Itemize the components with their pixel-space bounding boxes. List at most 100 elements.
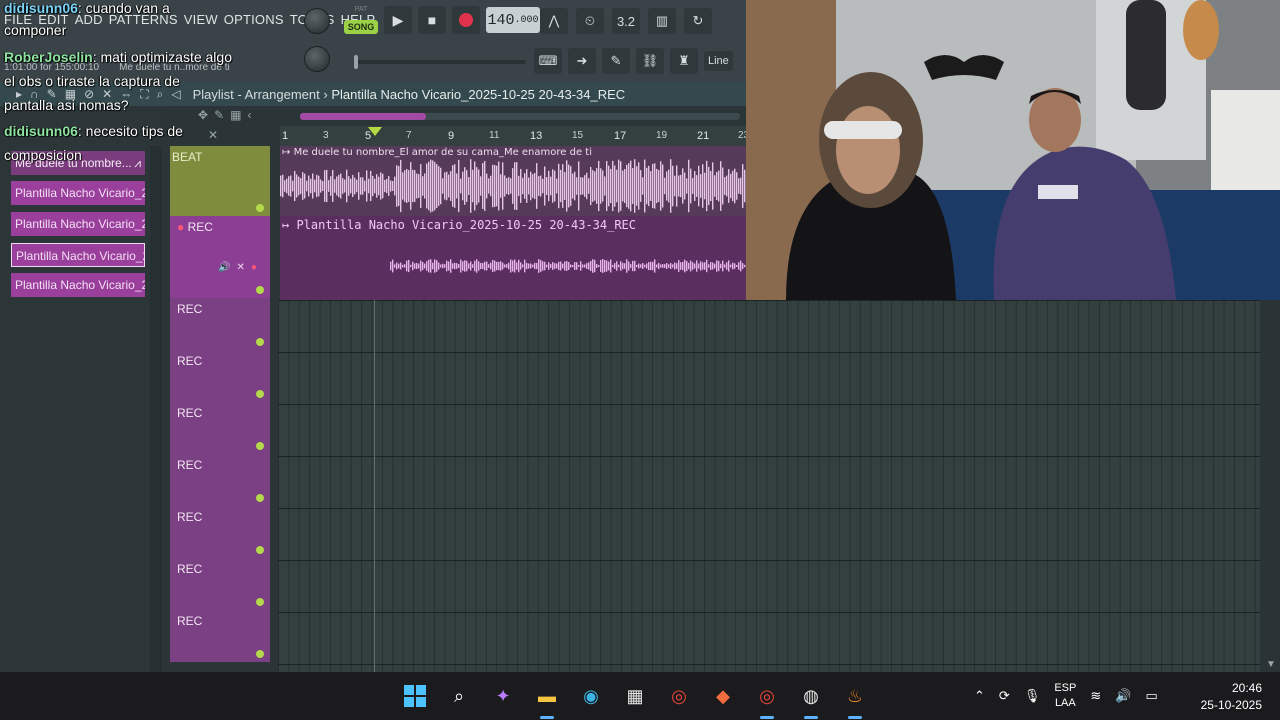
stop-button[interactable]: ■ — [418, 6, 446, 34]
menu-view[interactable]: VIEW — [184, 12, 218, 27]
chevron-left-icon[interactable]: ‹ — [247, 108, 251, 122]
chrome-profile-icon[interactable]: ◎ — [752, 681, 782, 719]
track-header-rec[interactable]: REC — [170, 454, 270, 506]
waveform-sample — [394, 264, 396, 268]
track-enable-led[interactable] — [256, 650, 264, 658]
edge-icon[interactable]: ◉ — [576, 681, 606, 711]
wait-for-input-icon[interactable]: ⏲ — [576, 8, 604, 34]
horizontal-scrollbar[interactable] — [300, 113, 740, 120]
start-icon[interactable] — [400, 681, 430, 711]
waveform-sample — [482, 163, 484, 209]
taskbar-clock[interactable]: 20:46 25-10-2025 — [1201, 680, 1262, 714]
chevron-up-icon[interactable]: ⌃ — [974, 688, 985, 704]
track-header-rec[interactable]: REC — [170, 298, 270, 350]
audio-clip-beat[interactable]: ↦ Me duele tu nombre_El amor de su cama_… — [280, 146, 746, 216]
close-icon[interactable]: ✕ — [208, 128, 218, 142]
arrow-right-icon[interactable]: ➜ — [568, 48, 596, 74]
picker-item-selected[interactable]: Plantilla Nacho Vicario_2... — [11, 243, 145, 267]
track-header-rec[interactable]: REC — [170, 402, 270, 454]
chat-text: el obs o tiraste la captura de — [4, 73, 180, 89]
stamp-icon[interactable]: ♜ — [670, 48, 698, 74]
playhead-marker[interactable] — [368, 127, 382, 136]
pencil-icon[interactable]: ✎ — [214, 108, 224, 122]
waveform-sample — [666, 171, 668, 201]
fl-studio-icon[interactable]: ♨ — [840, 681, 870, 719]
volume-icon[interactable]: 🔊 — [1115, 688, 1131, 704]
store-icon[interactable]: ▦ — [620, 681, 650, 711]
master-pitch-knob[interactable] — [304, 46, 330, 72]
track-enable-led[interactable] — [256, 546, 264, 554]
waveform-sample — [488, 264, 490, 268]
waveform-sample — [384, 179, 386, 193]
copilot-icon[interactable]: ✦ — [488, 681, 518, 711]
file-explorer-icon[interactable]: ▬ — [532, 681, 562, 719]
playlist-grid[interactable] — [278, 300, 1260, 672]
vertical-scrollbar[interactable]: ▼ — [1262, 300, 1280, 672]
menu-options[interactable]: OPTIONS — [224, 12, 284, 27]
picker-item[interactable]: Plantilla Nacho Vicario_2... — [11, 181, 145, 205]
track-enable-led[interactable] — [256, 204, 264, 212]
picker-item[interactable]: Plantilla Nacho Vicario_2... — [11, 212, 145, 236]
microphone-icon[interactable]: 🎙 — [1024, 688, 1041, 704]
waveform-sample — [510, 259, 512, 273]
pat-song-toggle[interactable]: PAT SONG — [344, 6, 378, 34]
track-enable-led[interactable] — [256, 390, 264, 398]
record-button[interactable] — [452, 6, 480, 34]
metronome-icon[interactable]: ⋀ — [540, 8, 568, 34]
wifi-icon[interactable]: ≋ — [1090, 688, 1101, 704]
track-header-beat[interactable]: BEAT — [170, 146, 270, 216]
pitch-slider[interactable] — [354, 55, 526, 69]
link-icon[interactable]: ⛓ — [636, 48, 664, 74]
waveform-sample — [442, 263, 444, 269]
waveform-sample — [434, 259, 436, 273]
obs-icon[interactable]: ◍ — [796, 681, 826, 719]
track-header-rec[interactable]: REC — [170, 506, 270, 558]
waveform-sample — [588, 262, 590, 270]
language-indicator[interactable]: ESP LAA — [1054, 681, 1076, 711]
pan-icon[interactable]: ✥ — [198, 108, 208, 122]
snap-selector[interactable]: Line — [704, 51, 733, 71]
chrome-icon[interactable]: ◎ — [664, 681, 694, 711]
master-volume-knob[interactable] — [304, 8, 330, 34]
track-enable-led[interactable] — [256, 442, 264, 450]
brave-icon[interactable]: ◆ — [708, 681, 738, 711]
track-enable-led[interactable] — [256, 286, 264, 294]
waveform-sample — [358, 172, 360, 200]
step-edit-icon[interactable]: ▥ — [648, 8, 676, 34]
record-icon[interactable]: ● — [251, 262, 257, 273]
waveform-sample — [428, 259, 430, 273]
timeline-ruler[interactable]: 1 3 5 7 9 11 13 15 17 19 21 23 — [280, 126, 749, 146]
waveform-sample — [610, 168, 612, 204]
tempo-display[interactable]: 140.000 — [486, 7, 540, 33]
waveform-sample — [570, 166, 572, 206]
mute-icon[interactable]: ✕ — [236, 262, 244, 273]
track-header-rec-active[interactable]: ● REC 🔊 ✕ ● — [170, 216, 270, 298]
picker-scrollbar[interactable] — [150, 146, 162, 672]
audio-clip-recording[interactable]: ↦ Plantilla Nacho Vicario_2025-10-25 20-… — [280, 216, 746, 300]
waveform-sample — [572, 264, 574, 268]
brush-icon[interactable]: ✎ — [602, 48, 630, 74]
grid-icon[interactable]: ▦ — [230, 108, 241, 122]
waveform-sample — [672, 165, 674, 207]
track-enable-led[interactable] — [256, 494, 264, 502]
speaker-icon[interactable]: 🔊 — [218, 262, 230, 273]
play-button[interactable]: ▶ — [384, 6, 412, 34]
track-name-text: REC — [187, 220, 213, 234]
track-header-rec[interactable]: REC — [170, 350, 270, 402]
waveform-sample — [632, 168, 634, 204]
sync-icon[interactable]: ⟳ — [999, 688, 1010, 704]
loop-record-icon[interactable]: ↻ — [684, 8, 712, 34]
record-arm-icon[interactable]: ● — [177, 220, 184, 234]
picker-item[interactable]: Plantilla Nacho Vicario_2... — [11, 273, 145, 297]
track-enable-led[interactable] — [256, 338, 264, 346]
track-enable-led[interactable] — [256, 598, 264, 606]
track-header-rec[interactable]: REC — [170, 558, 270, 610]
waveform-sample — [552, 262, 554, 270]
search-icon[interactable]: ⌕ — [444, 681, 474, 711]
track-header-rec[interactable]: REC — [170, 610, 270, 662]
battery-icon[interactable]: ▭ — [1145, 688, 1157, 704]
typing-keyboard-icon[interactable]: ⌨ — [534, 48, 562, 74]
waveform-sample — [484, 161, 486, 211]
chevron-down-icon[interactable]: ▼ — [1266, 659, 1276, 670]
countdown-icon[interactable]: 3.2 — [612, 8, 640, 34]
